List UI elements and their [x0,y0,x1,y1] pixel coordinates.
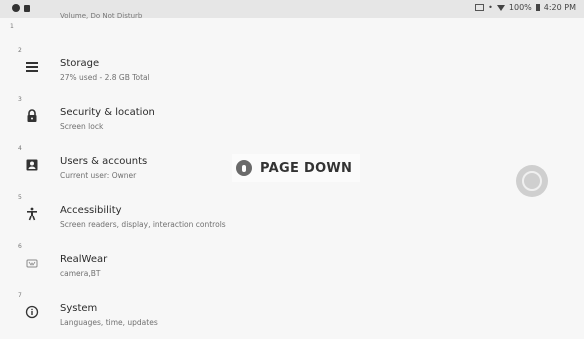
item-title: System [60,303,98,314]
wifi-icon [496,4,505,11]
navigation-pad-icon [522,171,542,191]
voice-command-hint[interactable]: PAGE DOWN [232,154,360,182]
voice-command-label: PAGE DOWN [260,160,353,176]
item-number: 1 [10,23,14,30]
settings-item-system[interactable]: 7 System Languages, time, updates [0,290,584,339]
accessibility-icon [24,206,40,222]
item-title: Users & accounts [60,156,148,167]
item-subtitle: Screen lock [60,122,104,131]
info-icon [24,304,40,320]
item-subtitle: 27% used - 2.8 GB Total [60,73,150,82]
sd-card-icon [24,4,30,12]
navigation-button[interactable] [516,165,548,197]
battery-percent: 100% [508,3,532,12]
item-number: 4 [18,145,22,152]
settings-item-realwear[interactable]: 6 RealWear camera,BT [0,241,584,290]
notification-icons [12,4,30,12]
settings-item-accessibility[interactable]: 5 Accessibility Screen readers, display,… [0,192,584,241]
mic-icon [236,160,252,176]
account-box-icon [24,157,40,173]
lock-icon [24,108,40,124]
item-title: Security & location [60,107,155,118]
item-number: 5 [18,194,22,201]
storage-icon [24,59,40,75]
item-subtitle: Screen readers, display, interaction con… [60,220,226,229]
status-right: • 100% 4:20 PM [475,3,576,12]
realwear-icon [24,255,40,271]
settings-item-storage[interactable]: 2 Storage 27% used - 2.8 GB Total [0,45,584,94]
item-subtitle: camera,BT [60,269,101,278]
item-title: RealWear [60,254,108,265]
item-title: Accessibility [60,205,122,216]
item-number: 6 [18,243,22,250]
item-subtitle: Languages, time, updates [60,318,158,327]
item-number: 7 [18,292,22,299]
battery-icon [535,4,540,11]
partial-item-subtitle: Volume, Do Not Disturb [60,12,143,20]
notification-dot-icon [12,4,20,12]
item-number: 3 [18,96,22,103]
item-number: 2 [18,47,22,54]
settings-item-security[interactable]: 3 Security & location Screen lock [0,94,584,143]
item-subtitle: Current user: Owner [60,171,137,180]
item-title: Storage [60,58,100,69]
clock: 4:20 PM [543,3,576,12]
cast-icon [475,4,485,11]
separator-dot: • [488,3,493,12]
